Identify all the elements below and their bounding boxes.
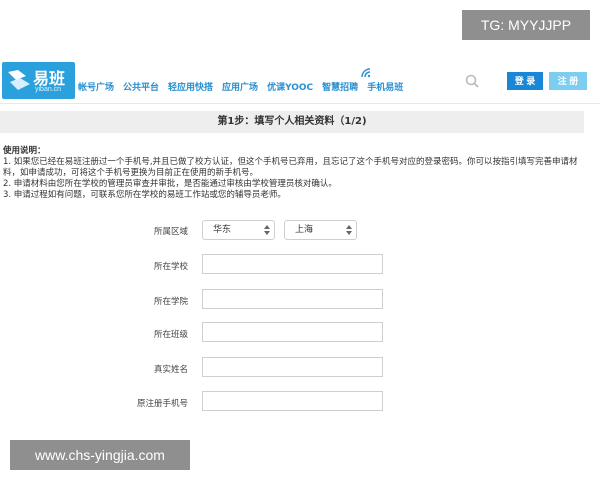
register-button[interactable]: 注 册: [549, 72, 587, 90]
region-select[interactable]: 华东: [202, 220, 275, 240]
yiban-logo-icon: [8, 70, 30, 90]
usage-title: 使用说明：: [3, 146, 46, 156]
nav-item-account-square[interactable]: 帐号广场: [78, 80, 114, 93]
watermark-bottom: www.chs-yingjia.com: [10, 440, 190, 470]
city-select-value: 上海: [295, 225, 314, 235]
yiban-logo[interactable]: 易班 yiban.cn: [2, 62, 75, 99]
usage-line-3: 3. 申请过程如有问题，可联系您所在学校的易班工作站或您的辅导员老师。: [3, 190, 286, 200]
step-title-banner: 第1步：填写个人相关资料（1/2): [0, 111, 584, 133]
search-icon[interactable]: [465, 74, 479, 88]
region-select-value: 华东: [213, 225, 232, 235]
watermark-top: TG: MYYJJPP: [462, 10, 590, 40]
top-navigation-bar: 易班 yiban.cn 帐号广场 公共平台 轻应用快搭 应用广场 优课YOOC 智慧招聘手…: [0, 62, 600, 100]
usage-instructions: 使用说明： 1. 如果您已经在易班注册过一个手机号,并且已做了校方认证，但这个手…: [3, 146, 593, 201]
nav-item-mobile-yiban[interactable]: 手机易班: [367, 80, 403, 93]
original-phone-label: 原注册手机号: [136, 399, 188, 409]
class-label: 所在班级: [153, 330, 188, 340]
select-arrows-icon: [264, 225, 270, 235]
class-input[interactable]: [202, 322, 383, 342]
college-label: 所在学院: [153, 297, 188, 307]
real-name-input[interactable]: [202, 357, 383, 377]
select-arrows-icon: [346, 225, 352, 235]
nav-item-smart-recruit[interactable]: 智慧招聘: [322, 80, 358, 93]
logo-domain-text: yiban.cn: [35, 86, 62, 93]
school-label: 所在学校: [153, 262, 188, 272]
nav-item-app-square[interactable]: 应用广场: [222, 80, 258, 93]
original-phone-input[interactable]: [202, 391, 383, 411]
school-input[interactable]: [202, 254, 383, 274]
wifi-signal-icon: [361, 68, 371, 78]
nav-item-public-platform[interactable]: 公共平台: [123, 80, 159, 93]
login-button[interactable]: 登 录: [507, 72, 543, 90]
city-select[interactable]: 上海: [284, 220, 357, 240]
usage-line-1: 1. 如果您已经在易班注册过一个手机号,并且已做了校方认证，但这个手机号已弃用，…: [3, 157, 578, 178]
college-input[interactable]: [202, 289, 383, 309]
nav-item-light-app-builder[interactable]: 轻应用快搭: [168, 80, 213, 93]
header-divider: [0, 103, 600, 104]
usage-line-2: 2. 申请材料由您所在学校的管理员审查并审批，是否能通过审核由学校管理员核对确认…: [3, 179, 337, 189]
nav-item-yooc[interactable]: 优课YOOC: [267, 80, 313, 93]
region-label: 所属区域: [153, 227, 188, 237]
real-name-label: 真实姓名: [153, 365, 188, 375]
